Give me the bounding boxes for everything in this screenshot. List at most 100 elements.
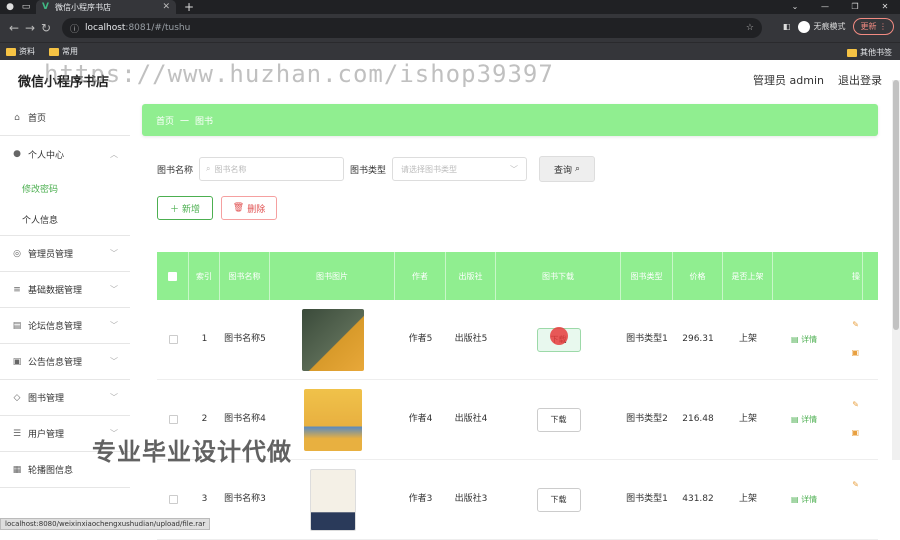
- add-button[interactable]: ＋新增: [157, 196, 213, 220]
- vue-logo-icon: V: [42, 2, 49, 12]
- sidebar-item-notice[interactable]: ▣ 公告信息管理 ﹀: [0, 344, 130, 380]
- cell-on-shelf: 上架: [738, 414, 757, 424]
- sidebar-item-home[interactable]: ⌂ 首页: [0, 100, 130, 136]
- th-actions: 操: [773, 252, 863, 300]
- chevron-down-icon: ﹀: [110, 393, 118, 402]
- edit-icon[interactable]: ✎: [852, 318, 859, 331]
- sidebar-item-admin[interactable]: ◎ 管理员管理 ﹀: [0, 236, 130, 272]
- checkbox-icon: [168, 415, 178, 424]
- page-scrollbar[interactable]: [892, 80, 900, 460]
- download-button[interactable]: 下载: [536, 407, 581, 432]
- scrollbar-thumb[interactable]: [893, 80, 899, 330]
- cell-name: 图书名称3: [224, 494, 266, 504]
- book-cover-image[interactable]: [301, 308, 364, 371]
- th-download[interactable]: 图书下载: [496, 252, 621, 300]
- minimize-icon[interactable]: —: [810, 0, 840, 14]
- url-input[interactable]: ⓘ localhost:8081/#/tushu ☆: [62, 18, 762, 38]
- book-type-label: 图书类型: [350, 165, 387, 176]
- bookmark-folder-1[interactable]: 资料: [6, 46, 35, 57]
- chevron-down-icon[interactable]: ⌄: [780, 0, 810, 14]
- th-type[interactable]: 图书类型: [621, 252, 673, 300]
- sidebar-item-label: 管理员管理: [28, 250, 74, 260]
- detail-label: 详情: [801, 335, 818, 344]
- new-tab-icon[interactable]: +: [184, 0, 194, 14]
- book-icon: ◇: [13, 392, 21, 403]
- th-image[interactable]: 图书图片: [270, 252, 395, 300]
- breadcrumb-current: 图书: [195, 116, 214, 127]
- row-checkbox[interactable]: [157, 300, 189, 379]
- search-icon: ⌕: [206, 164, 211, 173]
- breadcrumb-home[interactable]: 首页: [156, 114, 174, 127]
- th-author[interactable]: 作者: [395, 252, 446, 300]
- download-button[interactable]: 下载: [536, 326, 581, 352]
- cell-price: 431.82: [682, 494, 714, 504]
- sidebar-item-forum[interactable]: ▤ 论坛信息管理 ﹀: [0, 308, 130, 344]
- th-index[interactable]: 索引: [189, 252, 220, 300]
- admin-label: 管理员 admin: [753, 74, 824, 87]
- detail-button[interactable]: ▤ 详情: [791, 413, 817, 426]
- close-icon[interactable]: ✕: [162, 2, 170, 12]
- forum-icon: ▤: [12, 320, 22, 331]
- select-all-checkbox[interactable]: [157, 252, 189, 300]
- incognito-indicator[interactable]: 无痕模式: [798, 20, 845, 33]
- info-icon[interactable]: ⓘ: [70, 22, 79, 35]
- query-button[interactable]: 查询 ⌕: [539, 156, 596, 182]
- sidebar-item-books[interactable]: ◇ 图书管理 ﹀: [0, 380, 130, 416]
- back-icon[interactable]: ←: [6, 21, 22, 35]
- detail-label: 详情: [801, 415, 818, 424]
- th-on-shelf[interactable]: 是否上架: [723, 252, 773, 300]
- delete-button[interactable]: 🗑 删除: [221, 196, 277, 220]
- folder-icon: [847, 48, 857, 57]
- tab-strip-icon[interactable]: ▭: [20, 1, 32, 13]
- star-icon[interactable]: ☆: [746, 23, 754, 33]
- bookmark-label: 资料: [19, 47, 35, 56]
- cell-publisher: 出版社5: [454, 334, 488, 344]
- update-button[interactable]: 更新 ⋮: [853, 18, 894, 35]
- delete-icon[interactable]: ▣: [851, 426, 859, 439]
- book-name-input[interactable]: ⌕ 图书名称: [199, 157, 345, 181]
- book-type-select[interactable]: 请选择图书类型 ﹀: [392, 157, 528, 181]
- reload-icon[interactable]: ↻: [38, 21, 54, 35]
- bookmark-other[interactable]: 其他书签: [847, 47, 892, 58]
- forward-icon[interactable]: →: [22, 21, 38, 35]
- detail-button[interactable]: ▤ 详情: [791, 333, 817, 346]
- user-icon: ●: [13, 149, 21, 159]
- action-row: ＋新增 🗑 删除: [142, 196, 878, 220]
- browser-logo-icon: ●: [6, 2, 14, 12]
- th-name[interactable]: 图书名称: [220, 252, 270, 300]
- cell-price: 296.31: [682, 334, 714, 344]
- sidebar-item-basic-data[interactable]: ≡ 基础数据管理 ﹀: [0, 272, 130, 308]
- edit-icon[interactable]: ✎: [852, 478, 859, 491]
- browser-tab[interactable]: V 微信小程序书店 ✕: [36, 0, 176, 14]
- cell-on-shelf: 上架: [738, 334, 757, 344]
- query-label: 查询: [554, 165, 573, 176]
- folder-icon: [49, 47, 59, 56]
- sidebar-sub-profile-info[interactable]: 个人信息: [0, 204, 130, 236]
- download-button[interactable]: 下载: [536, 487, 581, 512]
- th-price[interactable]: 价格: [673, 252, 723, 300]
- sidebar-item-profile[interactable]: ● 个人中心 ︿: [0, 136, 130, 172]
- breadcrumb-separator: 一: [180, 116, 190, 127]
- bookmark-folder-2[interactable]: 常用: [49, 46, 78, 57]
- window-close-icon[interactable]: ✕: [870, 0, 900, 14]
- sidebar-item-label: 首页: [28, 114, 47, 124]
- book-cover-image[interactable]: [303, 388, 362, 451]
- sidebar-sub-change-password[interactable]: 修改密码: [0, 172, 130, 204]
- chevron-down-icon: ﹀: [110, 285, 118, 294]
- th-publisher[interactable]: 出版社: [446, 252, 496, 300]
- logout-link[interactable]: 退出登录: [838, 72, 882, 88]
- cell-type: 图书类型2: [626, 414, 668, 424]
- restore-icon[interactable]: ❐: [840, 0, 870, 14]
- chevron-up-icon: ︿: [110, 149, 118, 159]
- edit-icon[interactable]: ✎: [852, 398, 859, 411]
- detail-button[interactable]: ▤ 详情: [791, 493, 817, 506]
- window-controls: ⌄ — ❐ ✕: [780, 0, 900, 14]
- book-cover-image[interactable]: [309, 468, 356, 531]
- search-row: 图书名称 ⌕ 图书名称 图书类型 请选择图书类型 ﹀ 查询 ⌕: [142, 156, 878, 182]
- sidepanel-icon[interactable]: ◧: [783, 22, 791, 31]
- table-header: 索引 图书名称 图书图片 作者 出版社 图书下载 图书类型 价格 是否上架 操: [157, 252, 878, 300]
- cell-author: 作者5: [408, 334, 433, 344]
- bookmark-label: 常用: [62, 47, 78, 56]
- sidebar-item-label: 轮播图信息: [28, 466, 74, 476]
- delete-icon[interactable]: ▣: [851, 346, 859, 359]
